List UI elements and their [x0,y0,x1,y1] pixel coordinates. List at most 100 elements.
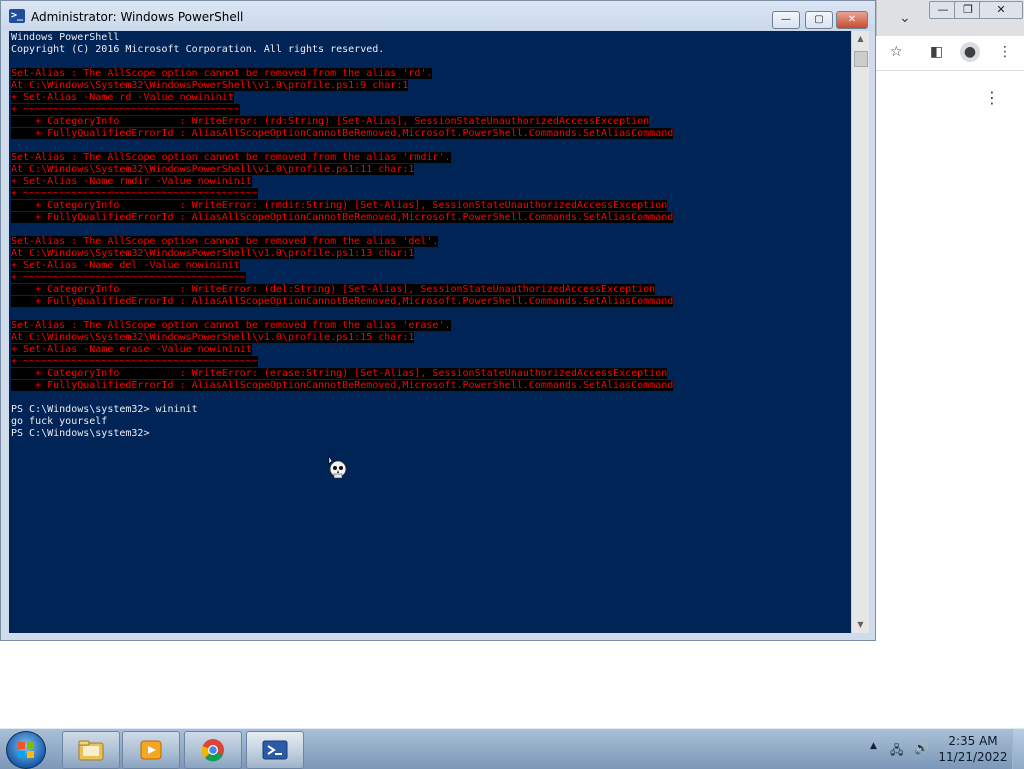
console-line: Copyright (C) 2016 Microsoft Corporation… [11,44,849,56]
console-line-text: + CategoryInfo : WriteError: (rd:String)… [11,116,650,127]
console-error-line: At C:\Windows\System32\WindowsPowerShell… [11,248,849,260]
taskbar-item-powershell[interactable] [246,731,304,769]
console-output[interactable]: Windows PowerShell Copyright (C) 2016 Mic… [9,31,851,633]
console-line: Windows PowerShell [11,32,849,44]
console-error-line: + ~~~~~~~~~~~~~~~~~~~~~~~~~~~~~~~~~~~~ [11,104,849,116]
browser-toolbar: ☆ ◧ ● ⋮ [876,36,1024,71]
clock-time: 2:35 AM [948,734,998,748]
page-menu-icon[interactable]: ⋮ [984,90,1000,106]
star-icon[interactable]: ☆ [890,44,903,60]
console-line-text: + FullyQualifiedErrorId : AliasAllScopeO… [11,380,674,391]
console-line-text: + ~~~~~~~~~~~~~~~~~~~~~~~~~~~~~~~~~~~~~~… [11,188,258,199]
console-error-line: + FullyQualifiedErrorId : AliasAllScopeO… [11,296,849,308]
console-error-line: Set-Alias : The AllScope option cannot b… [11,152,849,164]
console-line: PS C:\Windows\system32> wininit [11,404,849,416]
console-error-line: At C:\Windows\System32\WindowsPowerShell… [11,164,849,176]
console-error-line: Set-Alias : The AllScope option cannot b… [11,320,849,332]
console-error-line: + FullyQualifiedErrorId : AliasAllScopeO… [11,380,849,392]
maximize-button[interactable]: ▢ [805,11,833,29]
powershell-window: >_ Administrator: Windows PowerShell — ▢… [0,0,876,641]
powershell-icon [262,740,288,760]
console-line-text: + Set-Alias -Name rd -Value nowininit [11,92,234,103]
console-error-line: Set-Alias : The AllScope option cannot b… [11,68,849,80]
taskbar: ▲ 🖧 🔊 2:35 AM 11/21/2022 [0,728,1024,769]
console-line-text: Set-Alias : The AllScope option cannot b… [11,236,439,247]
console-line-text: + ~~~~~~~~~~~~~~~~~~~~~~~~~~~~~~~~~~~~ [11,104,240,115]
console-error-line: + CategoryInfo : WriteError: (del:String… [11,284,849,296]
console-line-text: + FullyQualifiedErrorId : AliasAllScopeO… [11,296,674,307]
console-line-text: Set-Alias : The AllScope option cannot b… [11,152,451,163]
powershell-icon: >_ [9,9,25,23]
chevron-down-icon[interactable]: ⌄ [899,10,911,26]
clock-date: 11/21/2022 [938,750,1008,764]
window-title: Administrator: Windows PowerShell [31,10,244,24]
console-line-text: At C:\Windows\System32\WindowsPowerShell… [11,248,415,259]
console-line-text: PS C:\Windows\system32> [11,428,150,439]
console-error-line: + Set-Alias -Name rd -Value nowininit [11,92,849,104]
taskbar-item-chrome[interactable] [184,731,242,769]
console-error-line: At C:\Windows\System32\WindowsPowerShell… [11,332,849,344]
taskbar-item-media-player[interactable] [122,731,180,769]
console-line: go fuck yourself [11,416,849,428]
console-error-line: Set-Alias : The AllScope option cannot b… [11,236,849,248]
minimize-button[interactable]: — [772,11,800,29]
browser-minimize-button[interactable]: — [929,1,957,19]
console-error-line: + CategoryInfo : WriteError: (erase:Stri… [11,368,849,380]
windows-logo-icon [18,742,34,758]
browser-close-button[interactable]: ✕ [979,1,1023,19]
console-error-line: + FullyQualifiedErrorId : AliasAllScopeO… [11,212,849,224]
skull-cursor-icon [328,455,347,479]
vertical-scrollbar[interactable]: ▲ ▼ [851,31,869,633]
profile-icon[interactable]: ● [960,42,980,62]
console-error-line: + ~~~~~~~~~~~~~~~~~~~~~~~~~~~~~~~~~~~~~~… [11,356,849,368]
clock[interactable]: 2:35 AM 11/21/2022 [938,733,1008,765]
scroll-down-arrow-icon[interactable]: ▼ [852,617,869,633]
console-line-text: + CategoryInfo : WriteError: (del:String… [11,284,656,295]
folder-icon [78,740,104,761]
network-icon[interactable]: 🖧 [890,741,903,762]
console-error-line: + Set-Alias -Name erase -Value nowininit [11,344,849,356]
console-error-line: + ~~~~~~~~~~~~~~~~~~~~~~~~~~~~~~~~~~~~~ [11,272,849,284]
chrome-icon [201,739,224,762]
console-line-text: At C:\Windows\System32\WindowsPowerShell… [11,164,415,175]
show-desktop-button[interactable] [1012,729,1024,769]
console-error-line: At C:\Windows\System32\WindowsPowerShell… [11,80,849,92]
console-line-text: + ~~~~~~~~~~~~~~~~~~~~~~~~~~~~~~~~~~~~~~… [11,356,258,367]
scroll-thumb[interactable] [854,51,868,67]
taskbar-item-explorer[interactable] [62,731,120,769]
browser-tabstrip: ⌄ — ❐ ✕ [876,0,1024,36]
console-error-line: + FullyQualifiedErrorId : AliasAllScopeO… [11,128,849,140]
console-line-text: + Set-Alias -Name erase -Value nowininit [11,344,252,355]
title-bar[interactable]: >_ Administrator: Windows PowerShell — ▢… [1,1,875,31]
console-line-text: + FullyQualifiedErrorId : AliasAllScopeO… [11,128,674,139]
console-line-text: Windows PowerShell [11,32,120,43]
start-button[interactable] [6,731,46,769]
console-error-line: + Set-Alias -Name del -Value nowininit [11,260,849,272]
browser-restore-button[interactable]: ❐ [954,1,982,19]
console-error-line: + Set-Alias -Name rmdir -Value nowininit [11,176,849,188]
console-line-text: + ~~~~~~~~~~~~~~~~~~~~~~~~~~~~~~~~~~~~~ [11,272,246,283]
console-line-text: Set-Alias : The AllScope option cannot b… [11,320,451,331]
tray-expand-icon[interactable]: ▲ [870,741,877,751]
menu-icon[interactable]: ⋮ [998,44,1012,60]
console-line-text: + FullyQualifiedErrorId : AliasAllScopeO… [11,212,674,223]
console-line-text: Set-Alias : The AllScope option cannot b… [11,68,433,79]
console-line-text: + CategoryInfo : WriteError: (rmdir:Stri… [11,200,668,211]
console-error-line: + CategoryInfo : WriteError: (rd:String)… [11,116,849,128]
console-line-text: At C:\Windows\System32\WindowsPowerShell… [11,332,415,343]
console-line-text: go fuck yourself [11,416,108,427]
volume-icon[interactable]: 🔊 [914,741,929,755]
console-line-text: + Set-Alias -Name rmdir -Value nowininit [11,176,252,187]
side-panel-icon[interactable]: ◧ [930,44,943,60]
console-error-line: + ~~~~~~~~~~~~~~~~~~~~~~~~~~~~~~~~~~~~~~… [11,188,849,200]
console-line-text: At C:\Windows\System32\WindowsPowerShell… [11,80,409,91]
console-line: PS C:\Windows\system32> [11,428,849,440]
console-line-text: PS C:\Windows\system32> wininit [11,404,198,415]
media-player-icon [140,740,162,760]
close-button[interactable]: ✕ [836,11,868,29]
scroll-up-arrow-icon[interactable]: ▲ [852,31,869,47]
